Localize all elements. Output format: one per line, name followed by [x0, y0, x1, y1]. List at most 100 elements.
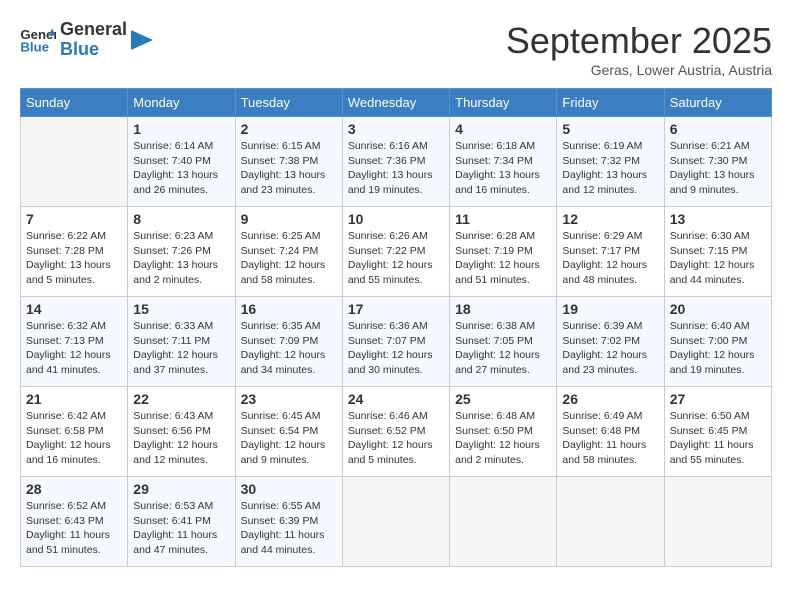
logo-text-general: General	[60, 20, 127, 40]
day-info: Sunrise: 6:52 AMSunset: 6:43 PMDaylight:…	[26, 499, 122, 558]
day-info: Sunrise: 6:21 AMSunset: 7:30 PMDaylight:…	[670, 139, 766, 198]
day-number: 11	[455, 211, 551, 227]
day-info: Sunrise: 6:42 AMSunset: 6:58 PMDaylight:…	[26, 409, 122, 468]
calendar-week-row: 21Sunrise: 6:42 AMSunset: 6:58 PMDayligh…	[21, 387, 772, 477]
header-monday: Monday	[128, 89, 235, 117]
day-number: 15	[133, 301, 229, 317]
day-info: Sunrise: 6:32 AMSunset: 7:13 PMDaylight:…	[26, 319, 122, 378]
day-info: Sunrise: 6:35 AMSunset: 7:09 PMDaylight:…	[241, 319, 337, 378]
day-number: 26	[562, 391, 658, 407]
day-number: 14	[26, 301, 122, 317]
day-number: 1	[133, 121, 229, 137]
day-info: Sunrise: 6:43 AMSunset: 6:56 PMDaylight:…	[133, 409, 229, 468]
day-info: Sunrise: 6:50 AMSunset: 6:45 PMDaylight:…	[670, 409, 766, 468]
day-number: 17	[348, 301, 444, 317]
month-title: September 2025	[506, 20, 772, 62]
calendar-cell: 18 Sunrise: 6:38 AMSunset: 7:05 PMDayligh…	[450, 297, 557, 387]
day-info: Sunrise: 6:25 AMSunset: 7:24 PMDaylight:…	[241, 229, 337, 288]
day-info: Sunrise: 6:55 AMSunset: 6:39 PMDaylight:…	[241, 499, 337, 558]
logo-text-blue: Blue	[60, 40, 127, 60]
calendar-cell: 15 Sunrise: 6:33 AMSunset: 7:11 PMDayligh…	[128, 297, 235, 387]
calendar-cell: 8Sunrise: 6:23 AMSunset: 7:26 PMDaylight…	[128, 207, 235, 297]
day-number: 3	[348, 121, 444, 137]
day-number: 22	[133, 391, 229, 407]
day-info: Sunrise: 6:48 AMSunset: 6:50 PMDaylight:…	[455, 409, 551, 468]
calendar-cell: 4Sunrise: 6:18 AMSunset: 7:34 PMDaylight…	[450, 117, 557, 207]
day-number: 25	[455, 391, 551, 407]
calendar-cell: 9 Sunrise: 6:25 AMSunset: 7:24 PMDaylight…	[235, 207, 342, 297]
day-info: Sunrise: 6:28 AMSunset: 7:19 PMDaylight:…	[455, 229, 551, 288]
calendar-cell: 3 Sunrise: 6:16 AMSunset: 7:36 PMDaylight…	[342, 117, 449, 207]
calendar-cell	[342, 477, 449, 567]
day-number: 20	[670, 301, 766, 317]
header-friday: Friday	[557, 89, 664, 117]
calendar-cell: 14 Sunrise: 6:32 AMSunset: 7:13 PMDayligh…	[21, 297, 128, 387]
day-number: 10	[348, 211, 444, 227]
header-saturday: Saturday	[664, 89, 771, 117]
title-block: September 2025 Geras, Lower Austria, Aus…	[506, 20, 772, 78]
calendar-cell: 6Sunrise: 6:21 AMSunset: 7:30 PMDaylight…	[664, 117, 771, 207]
day-number: 29	[133, 481, 229, 497]
day-number: 8	[133, 211, 229, 227]
day-number: 5	[562, 121, 658, 137]
calendar-cell: 29Sunrise: 6:53 AMSunset: 6:41 PMDayligh…	[128, 477, 235, 567]
day-number: 9	[241, 211, 337, 227]
day-info: Sunrise: 6:18 AMSunset: 7:34 PMDaylight:…	[455, 139, 551, 198]
calendar-cell: 20 Sunrise: 6:40 AMSunset: 7:00 PMDayligh…	[664, 297, 771, 387]
calendar-table: Sunday Monday Tuesday Wednesday Thursday…	[20, 88, 772, 567]
calendar-cell: 30Sunrise: 6:55 AMSunset: 6:39 PMDayligh…	[235, 477, 342, 567]
day-info: Sunrise: 6:33 AMSunset: 7:11 PMDaylight:…	[133, 319, 229, 378]
day-info: Sunrise: 6:14 AMSunset: 7:40 PMDaylight:…	[133, 139, 229, 198]
logo-icon: General Blue	[20, 25, 56, 55]
day-number: 28	[26, 481, 122, 497]
svg-text:Blue: Blue	[20, 39, 49, 54]
day-info: Sunrise: 6:49 AMSunset: 6:48 PMDaylight:…	[562, 409, 658, 468]
header-sunday: Sunday	[21, 89, 128, 117]
calendar-cell: 1 Sunrise: 6:14 AMSunset: 7:40 PMDaylight…	[128, 117, 235, 207]
calendar-cell: 21Sunrise: 6:42 AMSunset: 6:58 PMDayligh…	[21, 387, 128, 477]
calendar-cell: 19 Sunrise: 6:39 AMSunset: 7:02 PMDayligh…	[557, 297, 664, 387]
calendar-cell: 12 Sunrise: 6:29 AMSunset: 7:17 PMDayligh…	[557, 207, 664, 297]
day-info: Sunrise: 6:26 AMSunset: 7:22 PMDaylight:…	[348, 229, 444, 288]
calendar-week-row: 7 Sunrise: 6:22 AMSunset: 7:28 PMDaylight…	[21, 207, 772, 297]
day-info: Sunrise: 6:39 AMSunset: 7:02 PMDaylight:…	[562, 319, 658, 378]
calendar-cell	[664, 477, 771, 567]
day-info: Sunrise: 6:16 AMSunset: 7:36 PMDaylight:…	[348, 139, 444, 198]
logo: General Blue General Blue	[20, 20, 153, 60]
day-number: 16	[241, 301, 337, 317]
calendar-week-row: 1 Sunrise: 6:14 AMSunset: 7:40 PMDaylight…	[21, 117, 772, 207]
day-info: Sunrise: 6:38 AMSunset: 7:05 PMDaylight:…	[455, 319, 551, 378]
day-info: Sunrise: 6:30 AMSunset: 7:15 PMDaylight:…	[670, 229, 766, 288]
calendar-cell: 22 Sunrise: 6:43 AMSunset: 6:56 PMDayligh…	[128, 387, 235, 477]
day-info: Sunrise: 6:15 AMSunset: 7:38 PMDaylight:…	[241, 139, 337, 198]
calendar-cell: 11 Sunrise: 6:28 AMSunset: 7:19 PMDayligh…	[450, 207, 557, 297]
day-info: Sunrise: 6:46 AMSunset: 6:52 PMDaylight:…	[348, 409, 444, 468]
calendar-week-row: 28 Sunrise: 6:52 AMSunset: 6:43 PMDayligh…	[21, 477, 772, 567]
day-info: Sunrise: 6:40 AMSunset: 7:00 PMDaylight:…	[670, 319, 766, 378]
page-header: General Blue General Blue September 2025…	[20, 20, 772, 78]
day-number: 19	[562, 301, 658, 317]
calendar-cell: 2 Sunrise: 6:15 AMSunset: 7:38 PMDaylight…	[235, 117, 342, 207]
calendar-week-row: 14 Sunrise: 6:32 AMSunset: 7:13 PMDayligh…	[21, 297, 772, 387]
day-number: 24	[348, 391, 444, 407]
day-info: Sunrise: 6:22 AMSunset: 7:28 PMDaylight:…	[26, 229, 122, 288]
day-info: Sunrise: 6:45 AMSunset: 6:54 PMDaylight:…	[241, 409, 337, 468]
day-number: 7	[26, 211, 122, 227]
day-info: Sunrise: 6:29 AMSunset: 7:17 PMDaylight:…	[562, 229, 658, 288]
day-number: 18	[455, 301, 551, 317]
calendar-cell: 17Sunrise: 6:36 AMSunset: 7:07 PMDayligh…	[342, 297, 449, 387]
header-thursday: Thursday	[450, 89, 557, 117]
day-number: 12	[562, 211, 658, 227]
location-subtitle: Geras, Lower Austria, Austria	[506, 62, 772, 78]
calendar-cell: 10 Sunrise: 6:26 AMSunset: 7:22 PMDayligh…	[342, 207, 449, 297]
header-tuesday: Tuesday	[235, 89, 342, 117]
calendar-header-row: Sunday Monday Tuesday Wednesday Thursday…	[21, 89, 772, 117]
calendar-cell	[557, 477, 664, 567]
calendar-cell: 5 Sunrise: 6:19 AMSunset: 7:32 PMDaylight…	[557, 117, 664, 207]
calendar-cell: 16 Sunrise: 6:35 AMSunset: 7:09 PMDayligh…	[235, 297, 342, 387]
calendar-cell	[21, 117, 128, 207]
day-info: Sunrise: 6:19 AMSunset: 7:32 PMDaylight:…	[562, 139, 658, 198]
calendar-cell: 24 Sunrise: 6:46 AMSunset: 6:52 PMDayligh…	[342, 387, 449, 477]
calendar-cell: 7 Sunrise: 6:22 AMSunset: 7:28 PMDaylight…	[21, 207, 128, 297]
day-number: 2	[241, 121, 337, 137]
